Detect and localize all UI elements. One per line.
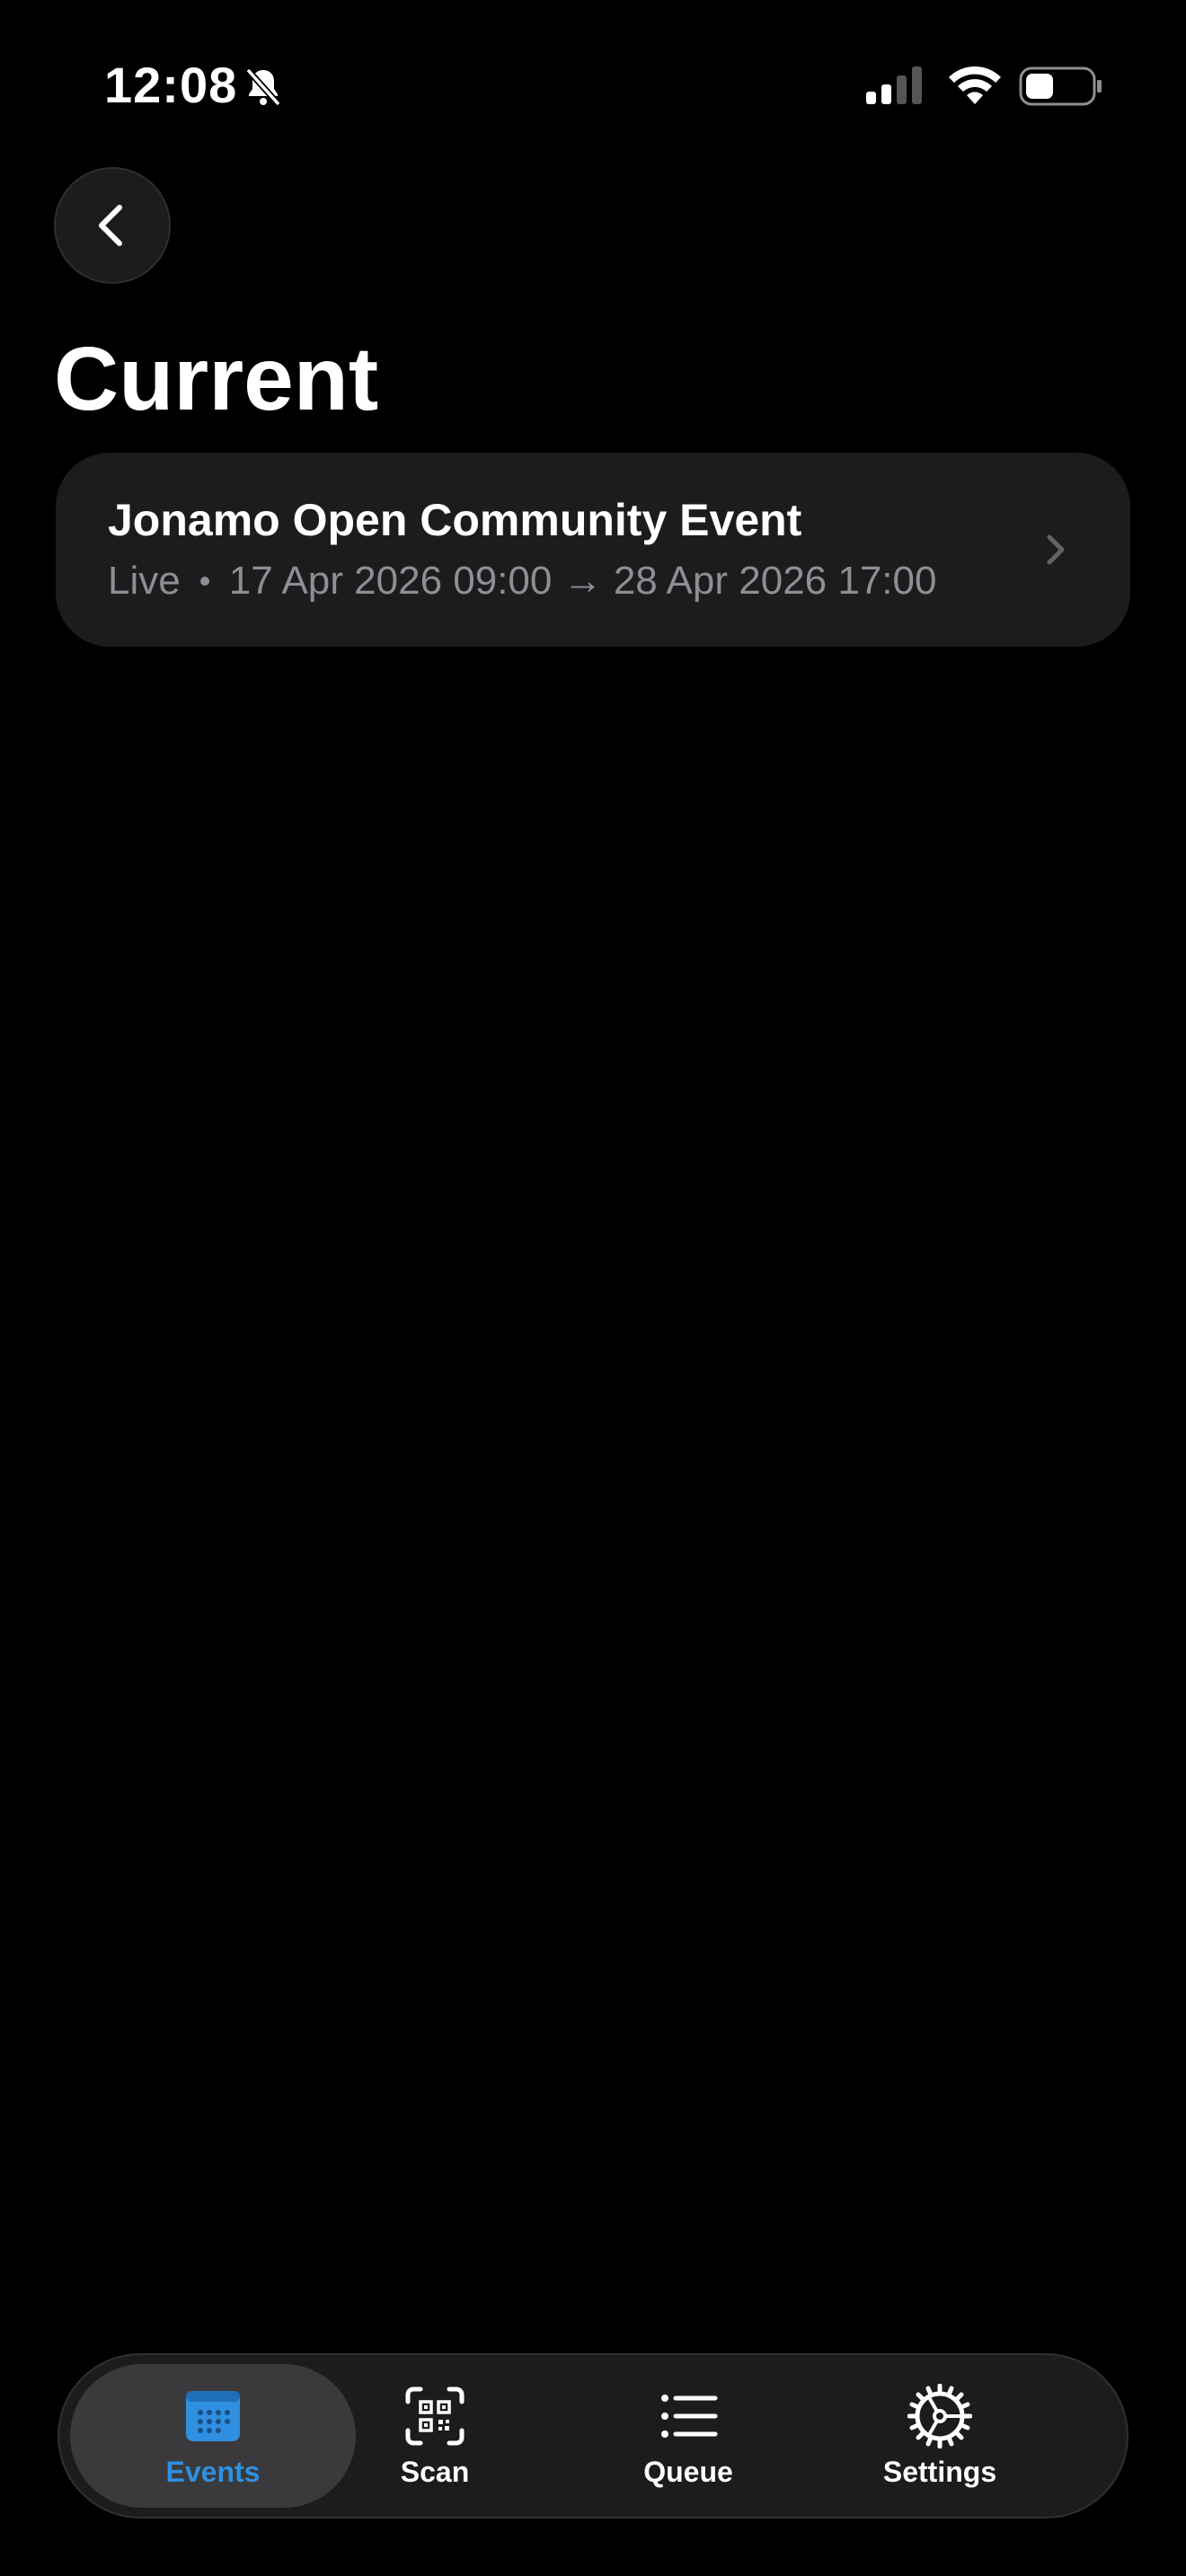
tab-queue[interactable]: Queue <box>580 2364 796 2508</box>
status-time: 12:08 <box>104 57 238 113</box>
tab-settings[interactable]: Settings <box>832 2364 1048 2508</box>
back-button[interactable] <box>54 167 171 284</box>
tab-bar: Events Scan Queue Settings <box>58 2353 1128 2519</box>
list-icon <box>661 2394 718 2438</box>
cellular-signal-icon <box>866 66 922 104</box>
chevron-right-icon <box>1047 534 1065 565</box>
page-title: Current <box>54 329 379 429</box>
qr-scan-icon <box>405 2386 465 2445</box>
separator-dot <box>199 577 209 586</box>
bell-slash-icon <box>245 67 281 107</box>
tab-scan[interactable]: Scan <box>327 2364 543 2508</box>
event-status: Live <box>108 559 181 603</box>
gear-icon <box>907 2383 972 2448</box>
tab-label: Events <box>165 2455 261 2488</box>
event-title: Jonamo Open Community Event <box>108 495 802 545</box>
battery-icon <box>1019 66 1102 106</box>
calendar-icon <box>186 2390 240 2441</box>
tab-label: Queue <box>643 2455 733 2488</box>
chevron-left-icon <box>99 205 122 246</box>
wifi-icon <box>949 66 1001 104</box>
tab-label: Scan <box>400 2455 470 2488</box>
tab-label: Settings <box>882 2455 997 2488</box>
event-meta: Live 17 Apr 2026 09:00 → 28 Apr 2026 17:… <box>108 559 936 604</box>
tab-events[interactable]: Events <box>70 2364 356 2508</box>
status-bar: 12:08 <box>0 0 1186 171</box>
event-card[interactable]: Jonamo Open Community Event Live 17 Apr … <box>56 453 1130 647</box>
event-date-range: 17 Apr 2026 09:00 → 28 Apr 2026 17:00 <box>228 559 937 603</box>
